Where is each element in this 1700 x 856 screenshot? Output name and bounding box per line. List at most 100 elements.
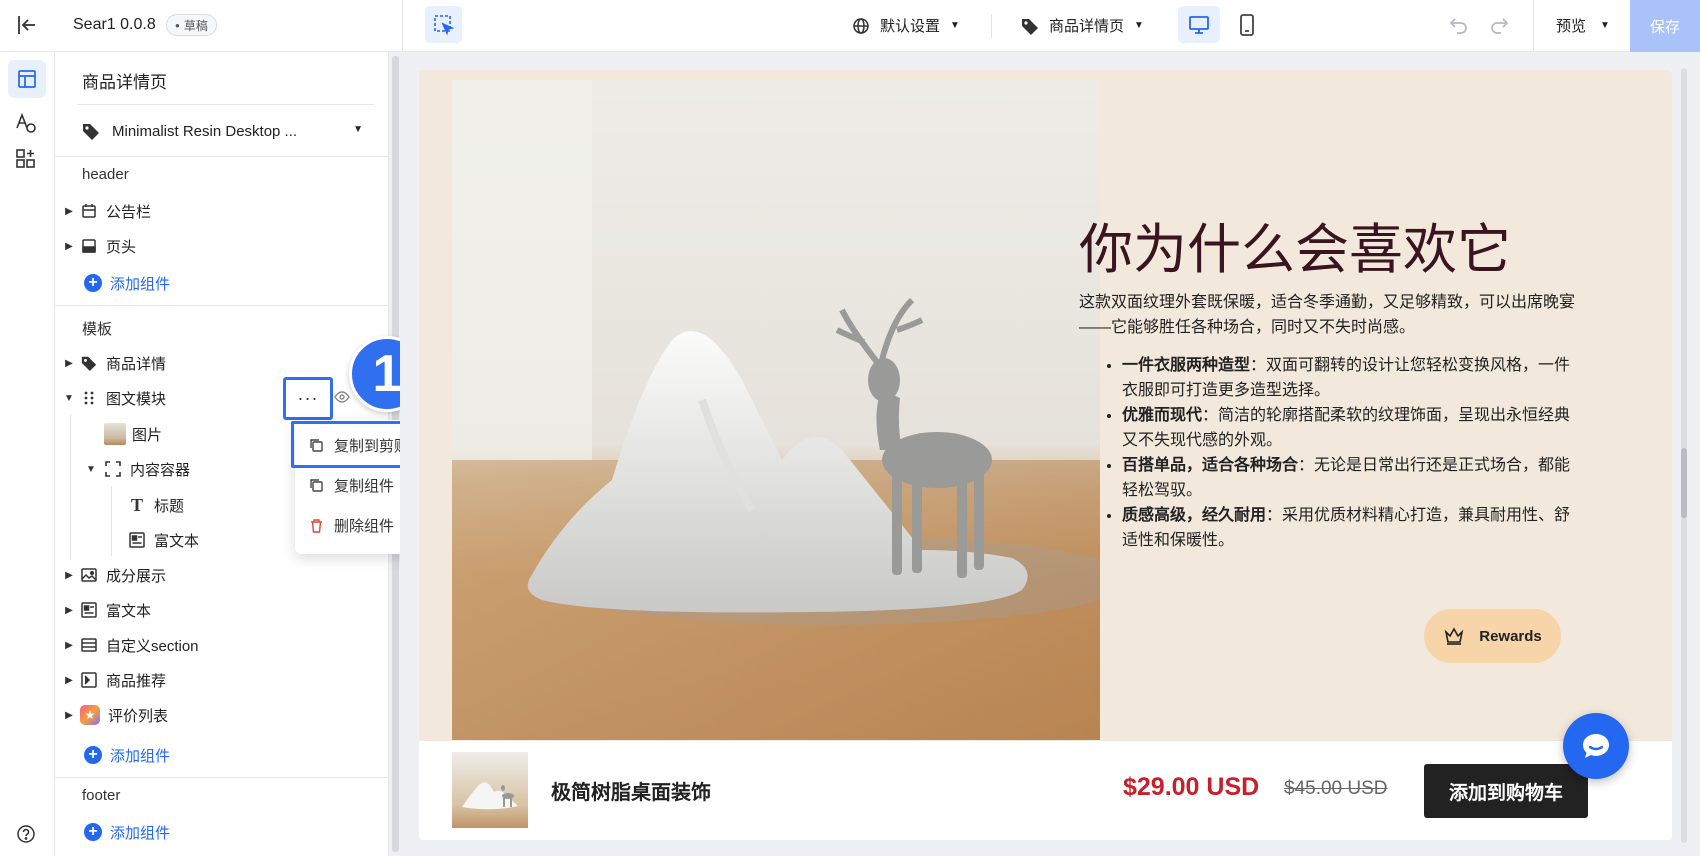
caret-right-icon[interactable]: ▶ [62,640,76,651]
compare-price: $45.00 USD [1284,778,1388,799]
top-toolbar: Sear1 0.0.8 ● 草稿 默认设置 ▼ 商品详情页 ▼ 预览 ▼ 保存 [0,0,1700,52]
cursor-select-icon [433,14,454,35]
tree-item-label: 自定义section [106,637,199,655]
caret-right-icon[interactable]: ▶ [62,710,76,721]
section-heading[interactable]: 你为什么会喜欢它 [1079,205,1511,284]
rewards-button[interactable]: Rewards [1424,609,1561,663]
caret-right-icon[interactable]: ▶ [62,241,76,252]
plus-circle-icon: + [84,274,102,292]
add-component-label: 添加组件 [110,747,171,765]
feature-title: 一件衣服两种造型 [1122,357,1251,374]
tree-item-announcement[interactable]: ▶ 公告栏 [62,194,151,228]
feature-item: 一件衣服两种造型：双面可翻转的设计让您轻松变换风格，一件衣服即可打造更多造型选择… [1122,353,1579,403]
rail-theme-button[interactable] [15,112,37,138]
caret-right-icon[interactable]: ▶ [62,675,76,686]
tree-guide-line [70,415,71,560]
caret-right-icon[interactable]: ▶ [62,605,76,616]
add-component-header[interactable]: + 添加组件 [84,266,170,300]
tree-item-label: 内容容器 [130,461,191,479]
tree-item-custom-section[interactable]: ▶ 自定义section [62,628,199,662]
select-tool-button[interactable] [425,6,462,43]
globe-icon [853,17,869,34]
tree-item-reviews[interactable]: ▶ ★ 评价列表 [62,698,168,732]
tree-item-recommend[interactable]: ▶ 商品推荐 [62,663,166,697]
plus-circle-icon: + [84,746,102,764]
add-component-template[interactable]: + 添加组件 [84,738,170,772]
feature-list: 一件衣服两种造型：双面可翻转的设计让您轻松变换风格，一件衣服即可打造更多造型选择… [1104,353,1579,553]
caret-right-icon[interactable]: ▶ [62,206,76,217]
add-component-footer[interactable]: + 添加组件 [84,815,170,849]
tree-item-heading[interactable]: T 标题 [128,488,184,522]
crown-icon [1444,627,1464,645]
exit-icon[interactable] [16,14,38,36]
tree-item-label: 成分展示 [106,567,167,585]
chevron-down-icon: ▼ [1600,20,1610,31]
locale-select-label: 默认设置 [880,18,941,35]
divider [55,777,389,778]
image-thumbnail-icon [104,423,126,445]
feature-title: 质感高级，经久耐用 [1122,507,1267,524]
apps-add-icon [16,149,35,168]
divider [991,14,992,38]
add-component-label: 添加组件 [110,824,171,842]
mobile-view-button[interactable] [1236,13,1258,37]
tree-item-image[interactable]: 图片 [104,417,162,451]
tree-item-rich-text-child[interactable]: 富文本 [128,523,199,557]
product-photo[interactable] [452,80,1100,740]
tree-item-label: 公告栏 [106,203,152,221]
rewards-label: Rewards [1479,627,1542,645]
caret-right-icon[interactable]: ▶ [62,570,76,581]
preview-button[interactable]: 预览 ▼ [1556,15,1610,36]
tree-item-ingredients[interactable]: ▶ 成分展示 [62,558,166,592]
section-template-label: 模板 [82,321,113,338]
chevron-down-icon: ▼ [1134,20,1144,31]
mobile-icon [1240,14,1254,36]
rail-apps-button[interactable] [15,148,37,174]
chevron-down-icon: ▼ [353,124,363,135]
save-button[interactable]: 保存 [1630,0,1700,52]
text-type-icon: T [130,494,143,515]
tag-icon [1022,18,1038,35]
section-header-label: header [82,166,129,183]
tree-item-label: 商品推荐 [106,672,167,690]
drag-handle-icon[interactable] [80,389,98,407]
divider [55,305,389,306]
tag-icon [83,124,99,140]
caret-down-icon[interactable]: ▼ [62,393,76,404]
product-select[interactable]: Minimalist Resin Desktop ... ▼ [82,114,377,148]
page-select[interactable]: 商品详情页 ▼ [1021,15,1144,36]
deer-figurine-image [452,80,1100,740]
caret-right-icon[interactable]: ▶ [62,358,76,369]
tree-item-product-detail[interactable]: ▶ 商品详情 [62,346,166,380]
more-actions-button[interactable]: ··· [283,377,333,420]
tree-item-page-header[interactable]: ▶ 页头 [62,229,136,263]
tree-item-content-container[interactable]: ▼ 内容容器 [84,452,190,486]
chat-button[interactable] [1563,713,1629,779]
caret-down-icon[interactable]: ▼ [84,464,98,475]
feature-title: 百搭单品，适合各种场合 [1122,457,1299,474]
add-to-cart-button[interactable]: 添加到购物车 [1424,764,1588,818]
copy-icon [310,478,323,492]
cart-product-thumbnail [452,752,528,828]
layout-icon [18,70,36,88]
tree-guide-line [111,486,112,556]
undo-button[interactable] [1449,15,1469,39]
tree-item-rich-text[interactable]: ▶ 富文本 [62,593,151,627]
redo-button[interactable] [1489,15,1509,39]
help-icon [17,825,35,843]
tree-item-label: 标题 [154,497,185,515]
tree-item-image-text[interactable]: ▼ 图文模块 [62,381,166,415]
help-button[interactable] [16,824,36,848]
desktop-view-button[interactable] [1178,6,1220,43]
product-select-label: Minimalist Resin Desktop ... [112,122,298,140]
locale-select[interactable]: 默认设置 ▼ [852,15,960,36]
canvas-scrollbar[interactable] [1681,68,1687,843]
rail-sections-button[interactable] [8,60,46,98]
rich-text-icon [128,531,146,549]
canvas-scroll-thumb[interactable] [1681,448,1687,518]
desktop-icon [1189,15,1209,34]
feature-item: 百搭单品，适合各种场合：无论是日常出行还是正式场合，都能轻松驾驭。 [1122,453,1579,503]
divider [402,0,403,52]
eye-icon[interactable] [334,390,350,408]
section-intro[interactable]: 这款双面纹理外套既保暖，适合冬季通勤，又足够精致，可以出席晚宴——它能够胜任各种… [1079,290,1579,340]
